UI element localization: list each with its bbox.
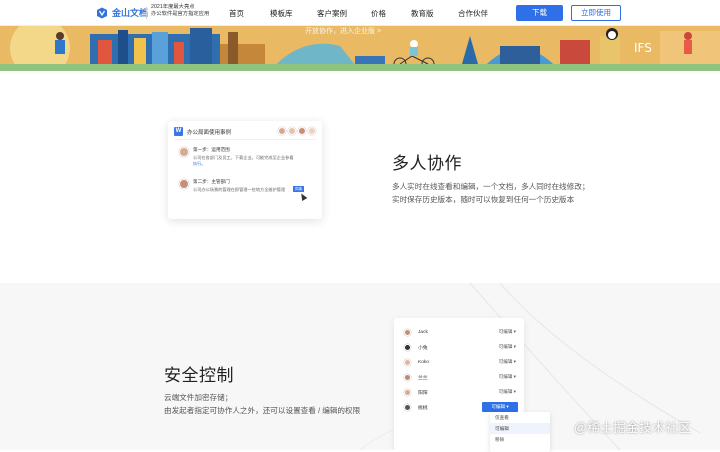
- security-description: 云端文件加密存储； 由发起者指定可协作人之外，还可以设置查看 / 编辑的权限: [164, 392, 404, 417]
- permission-select-active[interactable]: 可编辑 ▾: [482, 402, 518, 412]
- nav-pricing[interactable]: 价格: [371, 8, 386, 19]
- wps-logo-icon: [97, 7, 107, 18]
- nav-partners[interactable]: 合作伙伴: [458, 8, 488, 19]
- use-now-button[interactable]: 立即使用: [571, 5, 621, 21]
- avatar: [404, 358, 411, 366]
- collaborator-avatars: [278, 127, 316, 135]
- member-row: 兰兰 可编辑 ▾: [404, 371, 516, 383]
- collab-doc-card: W 办公局面使用事例 第一步：运用范围 公司在各部门及员工，下载企业，可能完成至…: [168, 121, 322, 219]
- brand-slogan: 2021年度最大亮点 办公软件是官方指定应用: [151, 4, 209, 18]
- card-header: W 办公局面使用事例: [174, 127, 231, 136]
- collaboration-section: W 办公局面使用事例 第一步：运用范围 公司在各部门及员工，下载企业，可能完成至…: [0, 71, 720, 283]
- collab-description: 多人实时在线查看和编辑，一个文档，多人同时在线修改； 实时保存历史版本，随时可以…: [392, 181, 632, 206]
- avatar: [308, 127, 316, 135]
- nav-templates[interactable]: 模板库: [270, 8, 293, 19]
- member-row: Koko 可编辑 ▾: [404, 356, 516, 368]
- avatar: [404, 388, 411, 396]
- security-title: 安全控制: [164, 366, 234, 385]
- logo-divider: [146, 7, 147, 19]
- step-item: 第一步：运用范围 公司在各部门及员工，下载企业，可能完成至企业参看 执行。: [179, 147, 294, 167]
- desc-line: 多人实时在线查看和编辑，一个文档，多人同时在线修改；: [392, 182, 590, 191]
- avatar: [404, 403, 411, 411]
- member-name: 阳阳: [418, 390, 428, 396]
- avatar: [288, 127, 296, 135]
- member-row: 小兔 可编辑 ▾: [404, 341, 516, 353]
- step-text: 公司办公场景的管理在即管理一些地方全维护管理: [193, 187, 286, 192]
- desc-line: 由发起者指定可协作人之外，还可以设置查看 / 编辑的权限: [164, 405, 361, 415]
- member-name: Koko: [418, 359, 429, 365]
- avatar: [298, 127, 306, 135]
- brand-name: 金山文档: [112, 8, 149, 18]
- permission-dropdown[interactable]: 可编辑 ▾: [499, 329, 516, 335]
- member-name: 小兔: [418, 345, 428, 351]
- avatar: [179, 179, 189, 189]
- member-name: 兰兰: [418, 375, 428, 381]
- step-name: 第二步：主管部门: [193, 179, 230, 184]
- step-name: 第一步：运用范围: [193, 147, 230, 152]
- dropdown-option-view[interactable]: 仅查看: [490, 412, 550, 423]
- nav-education[interactable]: 教育版: [411, 8, 434, 19]
- avatar: [404, 343, 411, 351]
- nav-customers[interactable]: 客户案例: [317, 8, 347, 19]
- avatar: [404, 373, 411, 381]
- banner-caption[interactable]: 开放协作，进入企业版 >: [305, 26, 381, 36]
- top-nav: 金山文档 2021年度最大亮点 办公软件是官方指定应用 首页 模板库 客户案例 …: [0, 0, 720, 26]
- hero-banner: IFS 开放协作，进入企业版 >: [0, 26, 720, 71]
- permission-dropdown[interactable]: 可编辑 ▾: [499, 389, 516, 395]
- card-title: 办公局面使用事例: [187, 129, 232, 136]
- step-text-line: 执行。: [193, 161, 206, 166]
- svg-text:IFS: IFS: [634, 41, 652, 55]
- dropdown-option-remove[interactable]: 移除: [490, 434, 550, 445]
- permission-dropdown[interactable]: 可编辑 ▾: [499, 359, 516, 365]
- member-name: Jack: [418, 329, 428, 335]
- avatar: [404, 328, 411, 336]
- brand-logo[interactable]: 金山文档: [96, 6, 148, 19]
- slogan-line-2: 办公软件是官方指定应用: [151, 11, 210, 17]
- dropdown-option-edit[interactable]: 可编辑: [490, 423, 550, 434]
- member-row: 阳阳 可编辑 ▾: [404, 386, 516, 398]
- step-text: 公司在各部门及员工，下载企业，可能完成至企业参看 执行。: [193, 155, 294, 167]
- download-button[interactable]: 下载: [516, 5, 563, 21]
- card-divider: [174, 139, 316, 140]
- desc-line: 实时保存历史版本，随时可以恢复到任何一个历史版本: [392, 194, 575, 204]
- avatar: [278, 127, 286, 135]
- slogan-line-1: 2021年度最大亮点: [151, 4, 195, 10]
- member-row: Jack 可编辑 ▾: [404, 326, 516, 338]
- mouse-cursor-icon: [298, 191, 308, 202]
- word-doc-icon: W: [174, 127, 183, 136]
- desc-line: 云端文件加密存储；: [164, 393, 233, 402]
- step-item: 第二步：主管部门 公司办公场景的管理在即管理一些地方全维护管理: [179, 179, 285, 193]
- collab-title: 多人协作: [392, 154, 462, 173]
- nav-home[interactable]: 首页: [229, 8, 244, 19]
- collaborator-cursor-tag: 同事: [293, 186, 304, 192]
- watermark-text: @稀土掘金技术社区: [574, 421, 692, 435]
- step-text-line: 公司在各部门及员工，下载企业，可能完成至企业参看: [193, 155, 294, 160]
- permission-dropdown[interactable]: 可编辑 ▾: [499, 374, 516, 380]
- avatar: [179, 147, 189, 157]
- permission-dropdown[interactable]: 可编辑 ▾: [499, 344, 516, 350]
- permission-dropdown-menu: 仅查看 可编辑 移除: [490, 412, 550, 452]
